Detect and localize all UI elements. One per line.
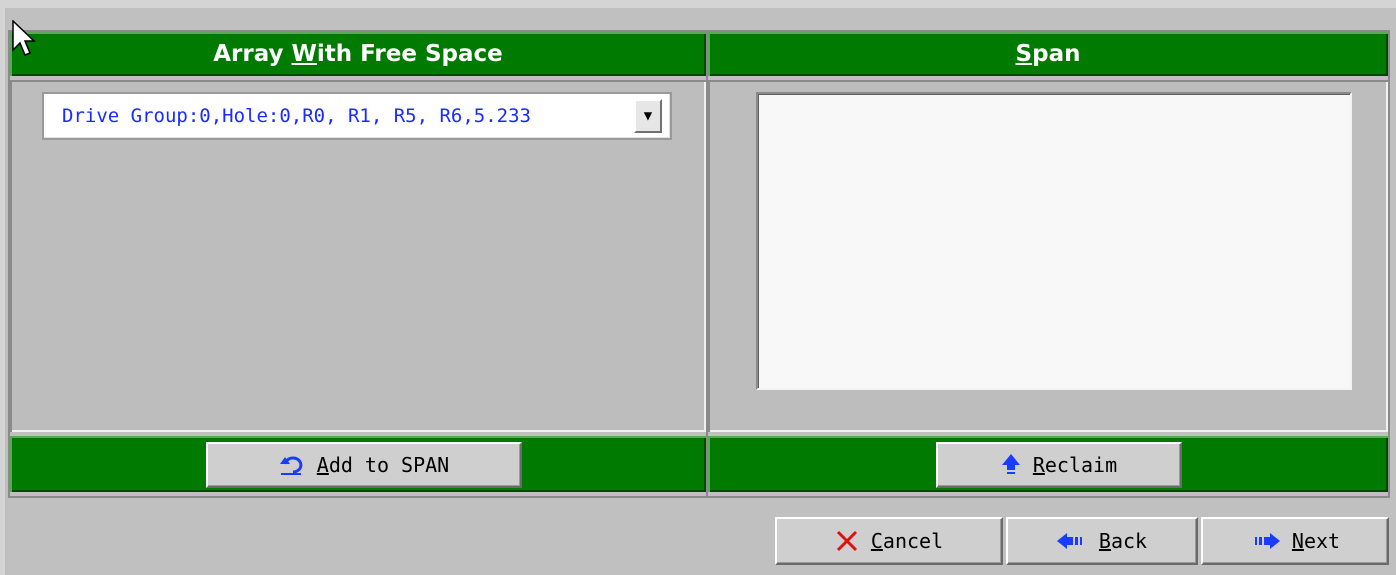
up-arrow-icon (1001, 453, 1021, 477)
back-button[interactable]: Back (1006, 517, 1198, 565)
back-label: Back (1098, 529, 1148, 553)
left-edge (0, 0, 5, 575)
right-panel-title: Span (1015, 41, 1081, 67)
reclaim-label: Reclaim (1032, 453, 1118, 477)
add-to-span-button[interactable]: Add to SPAN (206, 442, 522, 488)
next-button[interactable]: Next (1201, 517, 1389, 565)
undo-arrow-icon (279, 454, 305, 476)
right-panel-header: Span (708, 32, 1388, 76)
dropdown-triangle-icon[interactable]: ▼ (634, 99, 662, 133)
wizard-window: Array With Free Space Drive Group:0,Hole… (0, 0, 1396, 575)
left-arrow-icon (1056, 533, 1087, 549)
reclaim-button[interactable]: Reclaim (936, 442, 1182, 488)
add-to-span-label: Add to SPAN (316, 453, 450, 477)
span-list[interactable] (756, 92, 1352, 390)
cancel-label: Cancel (870, 529, 944, 553)
next-label: Next (1291, 529, 1341, 553)
cancel-button[interactable]: Cancel (775, 517, 1003, 565)
array-select[interactable]: Drive Group:0,Hole:0,R0, R1, R5, R6,5.23… (42, 92, 672, 140)
top-strip (0, 0, 1396, 8)
mouse-pointer-icon (12, 20, 38, 58)
left-panel-title: Array With Free Space (213, 41, 503, 67)
x-icon (835, 529, 859, 553)
left-panel-header: Array With Free Space (10, 32, 706, 76)
array-select-value: Drive Group:0,Hole:0,R0, R1, R5, R6,5.23… (62, 105, 531, 127)
right-arrow-icon (1250, 533, 1280, 549)
